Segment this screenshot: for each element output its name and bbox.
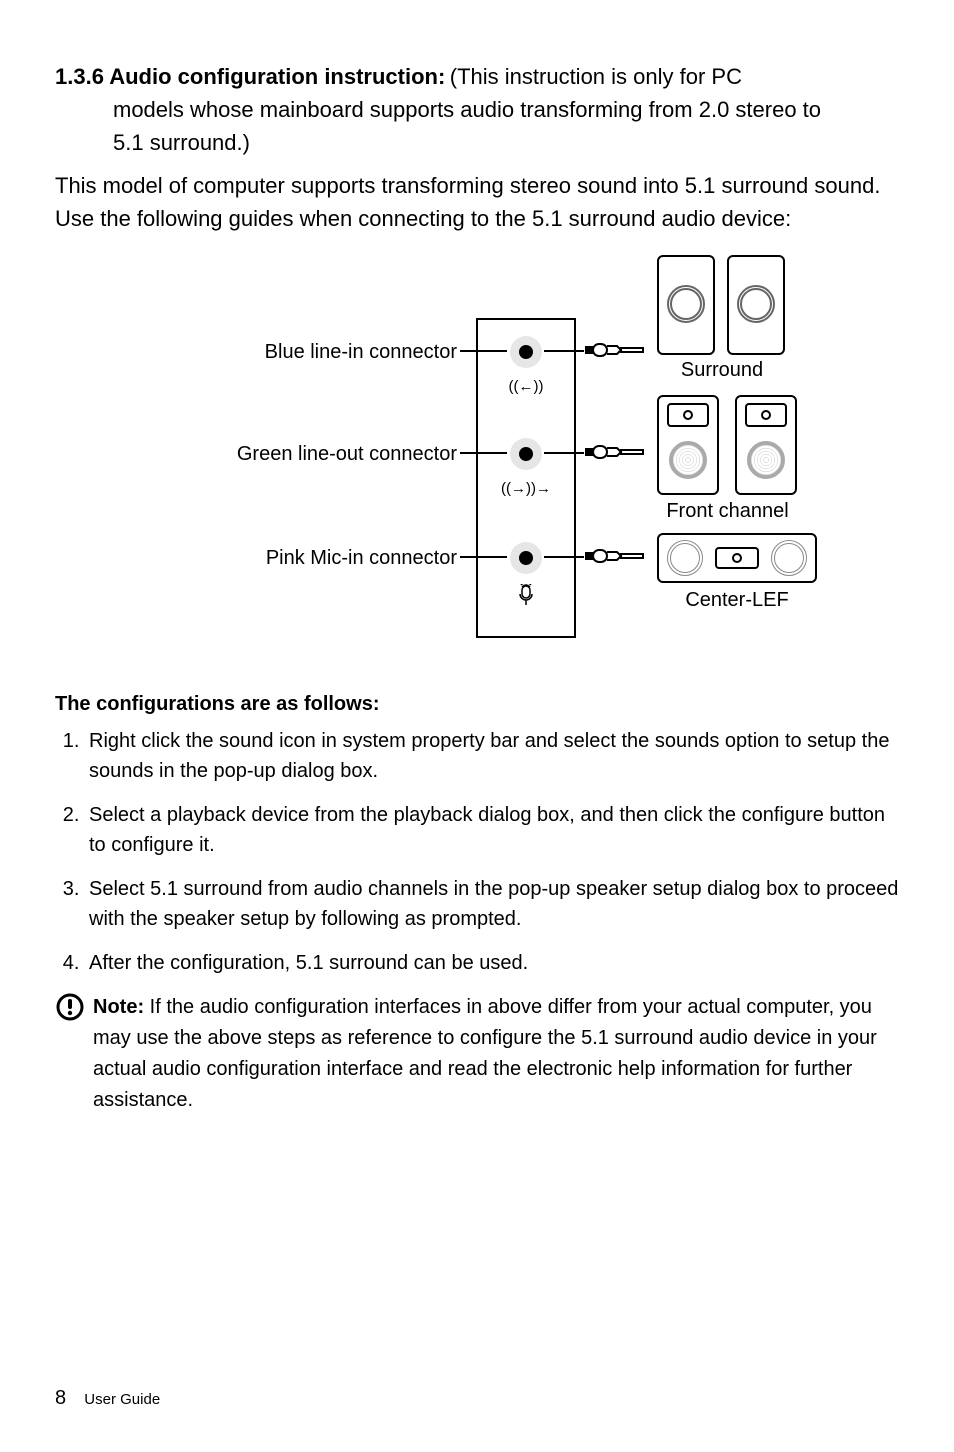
note-body: If the audio configuration interfaces in… <box>93 996 877 1111</box>
note-text: Note: If the audio configuration interfa… <box>93 992 899 1116</box>
blue-label: Blue line-in connector <box>265 341 457 364</box>
intro-para2: Use the following guides when connecting… <box>55 202 899 235</box>
section-heading: 1.3.6 Audio configuration instruction: (… <box>55 60 899 93</box>
pink-port <box>510 542 542 574</box>
lead-blue-jack <box>544 350 584 352</box>
page-footer: 8 User Guide <box>55 1387 160 1410</box>
front-speaker-left <box>657 395 719 495</box>
intro-para1: This model of computer supports transfor… <box>55 169 899 202</box>
list-item: After the configuration, 5.1 surround ca… <box>85 948 899 978</box>
steps-list: Right click the sound icon in system pro… <box>85 726 899 978</box>
section-number: 1.3.6 <box>55 64 104 89</box>
note-block: Note: If the audio configuration interfa… <box>55 992 899 1116</box>
lead-green-jack <box>544 452 584 454</box>
list-item: Select 5.1 surround from audio channels … <box>85 874 899 934</box>
connector-panel: ((←)) ((→))→ <box>476 318 576 638</box>
green-port <box>510 438 542 470</box>
list-item: Right click the sound icon in system pro… <box>85 726 899 786</box>
jack-pink <box>585 547 645 565</box>
lead-blue <box>460 350 507 352</box>
config-subhead: The configurations are as follows: <box>55 693 899 716</box>
line-in-symbol: ((←)) <box>509 378 544 395</box>
front-speaker-right <box>735 395 797 495</box>
surround-caption: Surround <box>657 359 787 382</box>
alert-icon <box>55 992 93 1116</box>
pink-label: Pink Mic-in connector <box>266 547 457 570</box>
mic-symbol <box>516 584 536 615</box>
lead-pink-jack <box>544 556 584 558</box>
heading-cont1: models whose mainboard supports audio tr… <box>55 93 899 126</box>
surround-speaker-right <box>727 255 785 355</box>
green-label: Green line-out connector <box>237 443 457 466</box>
front-caption: Front channel <box>655 500 800 523</box>
jack-green <box>585 443 645 461</box>
audio-diagram: ((←)) ((→))→ Blue line-in connector Gree… <box>117 255 837 665</box>
jack-blue <box>585 341 645 359</box>
center-caption: Center-LEF <box>657 589 817 612</box>
line-out-symbol: ((→))→ <box>501 480 551 497</box>
footer-title: User Guide <box>84 1391 160 1408</box>
list-item: Select a playback device from the playba… <box>85 800 899 860</box>
heading-cont2: 5.1 surround.) <box>55 126 899 159</box>
page-number: 8 <box>55 1387 66 1409</box>
note-label: Note: <box>93 996 144 1018</box>
surround-speaker-left <box>657 255 715 355</box>
section-trailing: (This instruction is only for PC <box>450 64 742 89</box>
lead-green <box>460 452 507 454</box>
center-lef-speaker <box>657 533 817 583</box>
blue-port <box>510 336 542 368</box>
section-title: Audio configuration instruction: <box>109 64 445 89</box>
lead-pink <box>460 556 507 558</box>
